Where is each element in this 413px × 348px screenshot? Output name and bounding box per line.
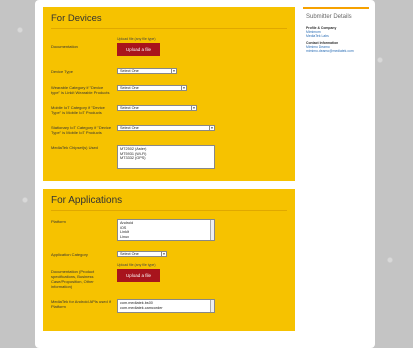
chipsets-listbox[interactable]: MT2502 (Aster) MT5931 (Wi-Fi) MT3332 (GP… [117,145,215,169]
devices-panel: For Devices Documentation Upload file (a… [43,7,295,181]
main-form: For Devices Documentation Upload file (a… [43,7,295,338]
applications-panel: For Applications Platform Android iOS Li… [43,189,295,331]
platform-row: Platform Android iOS LinkIt Linux [51,219,287,241]
email-link[interactable]: mimimo.deamo@mediatek.com [306,49,366,53]
app-category-label: Application Category [51,252,88,257]
device-type-select[interactable]: Select One ▼ [117,68,177,74]
applications-title: For Applications [51,195,287,211]
listbox-scrollbar[interactable] [210,300,214,312]
device-type-label: Device Type [51,69,73,74]
app-category-select[interactable]: Select One ▼ [117,251,167,257]
wearable-row: Wearable Category if "Device type" is Li… [51,85,287,95]
mobile-iot-row: Mobile IoT Category if "Device Type" is … [51,105,287,115]
chevron-down-icon: ▼ [161,252,166,256]
sdk-label: MediaTek for Android APIs used if Platfo… [51,299,111,309]
page-container: For Devices Documentation Upload file (a… [35,0,375,348]
upload-hint: Upload file (any file type) [117,37,156,41]
stationary-iot-row: Stationary IoT Category if "Device Type"… [51,125,287,135]
app-documentation-label: Documentation (Product specifications, B… [51,269,95,289]
chevron-down-icon: ▼ [209,126,214,130]
upload-hint: Upload file (any file type) [117,263,156,267]
stationary-iot-select[interactable]: Select One ▼ [117,125,215,131]
platform-label: Platform [51,219,66,224]
stationary-iot-label: Stationary IoT Category if "Device Type"… [51,125,112,135]
mobile-iot-value: Select One [120,106,139,110]
chipsets-row: MediaTek Chipset(s) Used MT2502 (Aster) … [51,145,287,169]
upload-file-button[interactable]: Upload a file [117,269,161,282]
device-type-row: Device Type Select One ▼ [51,68,287,74]
chipset-option[interactable]: MT3332 (GPS) [120,156,212,161]
app-category-row: Application Category Select One ▼ [51,251,287,257]
app-category-value: Select One [120,252,139,256]
platform-option[interactable]: Linux [120,235,212,240]
chevron-down-icon: ▼ [171,69,176,73]
sidebar-title: Submitter Details [306,14,352,20]
upload-file-button[interactable]: Upload a file [117,43,161,56]
chipsets-label: MediaTek Chipset(s) Used [51,145,98,150]
app-documentation-row: Documentation (Product specifications, B… [51,263,287,289]
wearable-label: Wearable Category if "Device type" is Li… [51,85,110,95]
documentation-control: Upload file (any file type) Upload a fil… [117,37,287,56]
listbox-scrollbar[interactable] [210,220,214,240]
device-type-value: Select One [120,69,139,73]
documentation-label: Documentation [51,44,78,49]
sdk-listbox[interactable]: com.mediatek.bs00 com.mediatek.camcorder [117,299,215,313]
wearable-select[interactable]: Select One ▼ [117,85,187,91]
platform-listbox[interactable]: Android iOS LinkIt Linux [117,219,215,241]
documentation-row: Documentation Upload file (any file type… [51,37,287,56]
chevron-down-icon: ▼ [191,106,196,110]
mobile-iot-select[interactable]: Select One ▼ [117,105,197,111]
wearable-value: Select One [120,86,139,90]
sdk-row: MediaTek for Android APIs used if Platfo… [51,299,287,313]
sdk-option[interactable]: com.mediatek.camcorder [120,306,212,311]
submitter-sidebar: Submitter Details Profile & Company Mimi… [303,7,369,58]
mobile-iot-label: Mobile IoT Category if "Device Type" is … [51,105,105,115]
chevron-down-icon: ▼ [181,86,186,90]
devices-title: For Devices [51,13,287,29]
stationary-iot-value: Select One [120,126,139,130]
